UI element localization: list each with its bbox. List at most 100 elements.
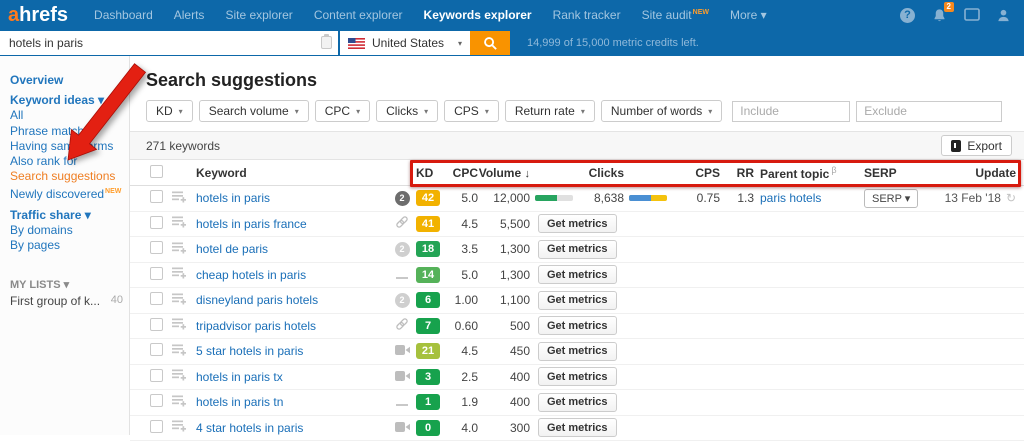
- keyword-link[interactable]: hotels in paris tn: [196, 395, 283, 409]
- add-to-list-icon[interactable]: [172, 216, 196, 231]
- keyword-link[interactable]: tripadvisor paris hotels: [196, 319, 316, 333]
- parent-topic-link[interactable]: paris hotels: [760, 191, 821, 205]
- include-input[interactable]: [732, 101, 850, 122]
- nav-item[interactable]: Site explorer: [225, 8, 292, 22]
- sidebar-item[interactable]: Search suggestions: [10, 169, 129, 184]
- get-metrics-button[interactable]: Get metrics: [538, 367, 617, 386]
- get-metrics-button[interactable]: Get metrics: [538, 316, 617, 335]
- col-update[interactable]: Update: [975, 166, 1016, 180]
- filter-dropdown[interactable]: Number of words ▾: [601, 100, 722, 122]
- row-checkbox[interactable]: [150, 369, 163, 382]
- col-serp[interactable]: SERP: [864, 166, 897, 180]
- serp-features-count-icon[interactable]: 2: [395, 293, 410, 308]
- my-lists-heading[interactable]: MY LISTS ▾: [10, 278, 129, 291]
- row-checkbox[interactable]: [150, 216, 163, 229]
- serp-features-count-icon[interactable]: 2: [395, 191, 410, 206]
- keyword-link[interactable]: 5 star hotels in paris: [196, 344, 303, 358]
- sidebar-item[interactable]: All: [10, 108, 129, 123]
- row-checkbox[interactable]: [150, 267, 163, 280]
- add-to-list-icon[interactable]: [172, 267, 196, 282]
- serp-feature-cell: 2: [395, 191, 410, 206]
- keyword-link[interactable]: 4 star hotels in paris: [196, 421, 303, 435]
- keyword-link[interactable]: hotels in paris france: [196, 217, 307, 231]
- get-metrics-button[interactable]: Get metrics: [538, 291, 617, 310]
- filter-dropdown[interactable]: CPS ▾: [444, 100, 499, 122]
- add-to-list-icon[interactable]: [172, 395, 196, 410]
- filter-dropdown[interactable]: KD ▾: [146, 100, 193, 122]
- search-button[interactable]: [470, 31, 510, 55]
- get-metrics-button[interactable]: Get metrics: [538, 214, 617, 233]
- col-cpc[interactable]: CPC: [453, 166, 478, 180]
- row-checkbox[interactable]: [150, 241, 163, 254]
- add-to-list-icon[interactable]: [172, 318, 196, 333]
- col-cps[interactable]: CPS: [695, 166, 720, 180]
- sidebar-item[interactable]: Having same terms: [10, 139, 129, 154]
- my-list-item[interactable]: First group of k... 40: [10, 294, 123, 308]
- keyword-search-input[interactable]: [0, 31, 338, 55]
- nav-item[interactable]: Content explorer: [314, 8, 403, 22]
- nav-item[interactable]: Keywords explorer: [424, 8, 532, 22]
- row-checkbox[interactable]: [150, 190, 163, 203]
- serp-feature-cell: 2: [395, 293, 410, 308]
- nav-item[interactable]: Dashboard: [94, 8, 153, 22]
- add-to-list-icon[interactable]: [172, 369, 196, 384]
- nav-item[interactable]: More ▾: [730, 8, 767, 22]
- get-metrics-button[interactable]: Get metrics: [538, 240, 617, 259]
- add-to-list-icon[interactable]: [172, 242, 196, 257]
- country-select[interactable]: United States ▾: [340, 31, 470, 55]
- row-checkbox[interactable]: [150, 343, 163, 356]
- sidebar-item[interactable]: Phrase match: [10, 124, 129, 139]
- nav-item[interactable]: Site auditNEW: [642, 8, 709, 22]
- cpc-value: 2.5: [461, 370, 478, 384]
- col-rr[interactable]: RR: [737, 166, 754, 180]
- nav-item[interactable]: Alerts: [174, 8, 205, 22]
- refresh-icon[interactable]: ↻: [1006, 191, 1016, 205]
- app-window-icon[interactable]: [963, 7, 980, 23]
- row-checkbox[interactable]: [150, 420, 163, 433]
- exclude-input[interactable]: [856, 101, 1002, 122]
- account-icon[interactable]: [995, 7, 1012, 23]
- serp-dropdown-button[interactable]: SERP ▾: [864, 189, 918, 208]
- sidebar-item[interactable]: By pages: [10, 238, 129, 253]
- keyword-link[interactable]: hotel de paris: [196, 242, 268, 256]
- sidebar-item[interactable]: Traffic share ▾: [10, 208, 129, 223]
- search-bar-row: United States ▾ 14,999 of 15,000 metric …: [0, 30, 1024, 56]
- add-to-list-icon[interactable]: [172, 293, 196, 308]
- keyword-link[interactable]: hotels in paris: [196, 191, 270, 205]
- filter-dropdown[interactable]: Clicks ▾: [376, 100, 438, 122]
- nav-item[interactable]: Rank tracker: [553, 8, 621, 22]
- serp-features-count-icon[interactable]: 2: [395, 242, 410, 257]
- sidebar-item[interactable]: Overview: [10, 73, 129, 88]
- sidebar-item[interactable]: By domains: [10, 223, 129, 238]
- col-clicks[interactable]: Clicks: [589, 166, 624, 180]
- help-icon[interactable]: ?: [899, 7, 916, 23]
- sidebar-item[interactable]: Newly discoveredNEW: [10, 184, 129, 202]
- get-metrics-button[interactable]: Get metrics: [538, 265, 617, 284]
- get-metrics-button[interactable]: Get metrics: [538, 418, 617, 437]
- row-checkbox[interactable]: [150, 394, 163, 407]
- paste-icon[interactable]: [321, 36, 332, 49]
- sidebar-item[interactable]: Keyword ideas ▾: [10, 93, 129, 108]
- row-checkbox[interactable]: [150, 318, 163, 331]
- filter-dropdown[interactable]: CPC ▾: [315, 100, 370, 122]
- get-metrics-button[interactable]: Get metrics: [538, 342, 617, 361]
- get-metrics-button[interactable]: Get metrics: [538, 393, 617, 412]
- sidebar-item[interactable]: Also rank for: [10, 154, 129, 169]
- keyword-link[interactable]: cheap hotels in paris: [196, 268, 306, 282]
- row-checkbox[interactable]: [150, 292, 163, 305]
- notifications-bell-icon[interactable]: 2: [931, 7, 948, 23]
- keyword-link[interactable]: disneyland paris hotels: [196, 293, 318, 307]
- filter-dropdown[interactable]: Return rate ▾: [505, 100, 595, 122]
- col-keyword[interactable]: Keyword: [196, 166, 388, 180]
- select-all-checkbox[interactable]: [150, 165, 163, 178]
- filter-dropdown[interactable]: Search volume ▾: [199, 100, 309, 122]
- ahrefs-logo[interactable]: ahrefs: [8, 5, 68, 25]
- col-kd[interactable]: KD: [416, 166, 450, 180]
- add-to-list-icon[interactable]: [172, 344, 196, 359]
- add-to-list-icon[interactable]: [172, 420, 196, 435]
- col-volume[interactable]: Volume ↓: [479, 166, 530, 180]
- keyword-link[interactable]: hotels in paris tx: [196, 370, 283, 384]
- export-button[interactable]: Export: [941, 135, 1012, 156]
- col-parent-topic[interactable]: Parent topicβ: [754, 165, 837, 181]
- add-to-list-icon[interactable]: [172, 191, 196, 206]
